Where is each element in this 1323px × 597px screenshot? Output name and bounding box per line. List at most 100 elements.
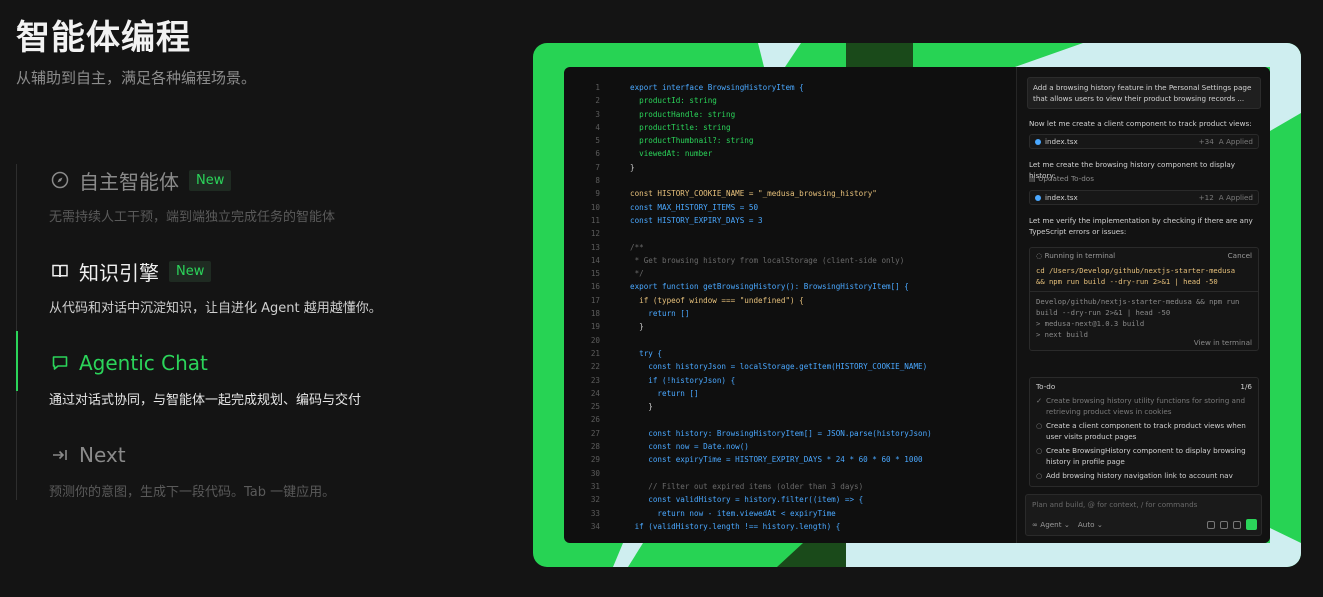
todo-item[interactable]: ○ Create a client component to track prod… bbox=[1030, 420, 1258, 445]
view-in-terminal-link[interactable]: View in terminal bbox=[1194, 338, 1252, 347]
code-text: try { bbox=[630, 348, 663, 358]
code-text: if (validHistory.length !== history.leng… bbox=[630, 521, 841, 531]
code-text: return now - item.viewedAt < expiryTime bbox=[630, 508, 836, 518]
feature-next[interactable]: Next 预测你的意图，生成下一段代码。Tab 一键应用。 bbox=[17, 439, 335, 500]
code-text: return [] bbox=[630, 388, 699, 398]
code-line: 1 export interface BrowsingHistoryItem { bbox=[564, 81, 1016, 94]
todo-item[interactable]: ○ Add browsing history navigation link to… bbox=[1030, 470, 1258, 485]
book-icon bbox=[49, 260, 71, 282]
circle-icon: ○ bbox=[1036, 446, 1043, 455]
code-text: return [] bbox=[630, 309, 690, 319]
line-number: 24 bbox=[590, 388, 600, 398]
line-number: 30 bbox=[590, 468, 600, 478]
feature-title: 知识引擎 bbox=[79, 260, 159, 285]
feature-agentic-chat[interactable]: Agentic Chat 通过对话式协同，与智能体一起完成规划、编码与交付 bbox=[15, 331, 361, 408]
line-number: 18 bbox=[590, 309, 600, 319]
file-type-icon bbox=[1035, 138, 1041, 145]
feature-description: 预测你的意图，生成下一段代码。Tab 一键应用。 bbox=[49, 485, 336, 500]
line-number: 12 bbox=[590, 229, 600, 239]
code-text: */ bbox=[630, 269, 644, 279]
code-editor[interactable]: 1 export interface BrowsingHistoryItem { 2… bbox=[564, 67, 1016, 543]
code-text: } bbox=[630, 322, 644, 332]
line-number: 19 bbox=[590, 322, 600, 332]
code-line: 20 bbox=[564, 334, 1016, 347]
code-text: export interface BrowsingHistoryItem { bbox=[630, 83, 804, 92]
feature-title: Next bbox=[79, 443, 126, 467]
model-select[interactable]: Auto ⌄ bbox=[1078, 520, 1103, 529]
new-badge: New bbox=[189, 169, 232, 191]
code-line: 34 if (validHistory.length !== history.l… bbox=[564, 520, 1016, 533]
line-number: 26 bbox=[590, 415, 600, 425]
code-line: 22 const historyJson = localStorage.getI… bbox=[564, 360, 1016, 373]
code-line: 17 if (typeof window === "undefined") { bbox=[564, 294, 1016, 307]
chat-panel: Add a browsing history feature in the Pe… bbox=[1016, 67, 1270, 543]
code-line: 9 const HISTORY_COOKIE_NAME = "_medusa_br… bbox=[564, 187, 1016, 200]
agent-mode-select[interactable]: ∞ Agent ⌄ bbox=[1032, 520, 1070, 529]
terminal-command: cd /Users/Develop/github/nextjs-starter-… bbox=[1030, 263, 1258, 292]
line-number: 32 bbox=[590, 495, 600, 505]
line-number: 11 bbox=[590, 215, 600, 225]
code-line: 30 bbox=[564, 467, 1016, 480]
at-icon[interactable] bbox=[1220, 520, 1228, 529]
code-text: } bbox=[630, 402, 653, 412]
code-line: 10 const MAX_HISTORY_ITEMS = 50 bbox=[564, 201, 1016, 214]
file-chip[interactable]: index.tsx +34 A Applied bbox=[1029, 134, 1259, 149]
feature-title: 自主智能体 bbox=[79, 169, 179, 194]
file-chip[interactable]: index.tsx +12 A Applied bbox=[1029, 190, 1259, 205]
line-number: 33 bbox=[590, 508, 600, 518]
todo-item[interactable]: ○ Create BrowsingHistory component to dis… bbox=[1030, 445, 1258, 470]
code-text: if (typeof window === "undefined") { bbox=[630, 295, 804, 305]
page-title: 智能体编程 bbox=[16, 18, 191, 58]
feature-description: 无需持续人工干预，端到端独立完成任务的智能体 bbox=[49, 210, 336, 225]
code-line: 23 if (!historyJson) { bbox=[564, 374, 1016, 387]
todos-updated: ▤ Updated To-dos bbox=[1029, 174, 1094, 183]
line-number: 9 bbox=[595, 189, 600, 199]
line-number: 13 bbox=[590, 242, 600, 252]
image-icon[interactable] bbox=[1207, 520, 1215, 529]
code-text: productThumbnail?: string bbox=[630, 136, 754, 146]
code-text: // Filter out expired items (older than … bbox=[630, 481, 864, 491]
circle-icon: ○ bbox=[1036, 471, 1043, 480]
feature-knowledge-engine[interactable]: 知识引擎 New 从代码和对话中沉淀知识，让自进化 Agent 越用越懂你。 bbox=[17, 255, 382, 316]
diff-count: +12 bbox=[1198, 193, 1214, 202]
line-number: 15 bbox=[590, 269, 600, 279]
code-line: 6 viewedAt: number bbox=[564, 147, 1016, 160]
code-line: 7} bbox=[564, 161, 1016, 174]
todo-item[interactable]: ✓ Create browsing history utility functio… bbox=[1030, 395, 1258, 420]
assistant-message: Let me verify the implementation by chec… bbox=[1029, 216, 1253, 236]
code-text: productId: string bbox=[630, 96, 717, 106]
code-line: 29 const expiryTime = HISTORY_EXPIRY_DAY… bbox=[564, 453, 1016, 466]
code-line: 4 productTitle: string bbox=[564, 121, 1016, 134]
ide-window: 1 export interface BrowsingHistoryItem { 2… bbox=[564, 67, 1270, 543]
cancel-button[interactable]: Cancel bbox=[1228, 251, 1252, 260]
line-number: 2 bbox=[595, 96, 600, 106]
line-number: 25 bbox=[590, 402, 600, 412]
code-text: const validHistory = history.filter((ite… bbox=[630, 495, 864, 505]
feature-autonomous-agent[interactable]: 自主智能体 New 无需持续人工干预，端到端独立完成任务的智能体 bbox=[17, 164, 335, 225]
terminal-output: Develop/github/nextjs-starter-medusa && … bbox=[1036, 297, 1240, 339]
circle-icon: ○ bbox=[1036, 421, 1043, 430]
line-number: 22 bbox=[590, 362, 600, 372]
code-text: const expiryTime = HISTORY_EXPIRY_DAYS *… bbox=[630, 455, 923, 465]
attach-icon[interactable] bbox=[1233, 520, 1241, 529]
send-button[interactable] bbox=[1246, 519, 1257, 530]
page-subtitle: 从辅助到自主，满足各种编程场景。 bbox=[16, 69, 257, 87]
code-line: 3 productHandle: string bbox=[564, 108, 1016, 121]
composer-input[interactable]: Plan and build, @ for context, / for com… bbox=[1032, 500, 1197, 509]
code-text: const history: BrowsingHistoryItem[] = J… bbox=[630, 428, 932, 438]
code-text: /** bbox=[630, 242, 644, 252]
line-number: 23 bbox=[590, 375, 600, 385]
todo-count: 1/6 bbox=[1240, 382, 1252, 391]
new-badge: New bbox=[169, 260, 212, 282]
chat-composer[interactable]: Plan and build, @ for context, / for com… bbox=[1025, 494, 1262, 536]
code-line: 24 return [] bbox=[564, 387, 1016, 400]
code-line: 11 const HISTORY_EXPIRY_DAYS = 3 bbox=[564, 214, 1016, 227]
line-number: 10 bbox=[590, 202, 600, 212]
todo-list: To-do 1/6 ✓ Create browsing history utili… bbox=[1029, 377, 1259, 487]
code-line: 27 const history: BrowsingHistoryItem[] … bbox=[564, 427, 1016, 440]
line-number: 8 bbox=[595, 176, 600, 186]
file-name: index.tsx bbox=[1045, 193, 1078, 202]
